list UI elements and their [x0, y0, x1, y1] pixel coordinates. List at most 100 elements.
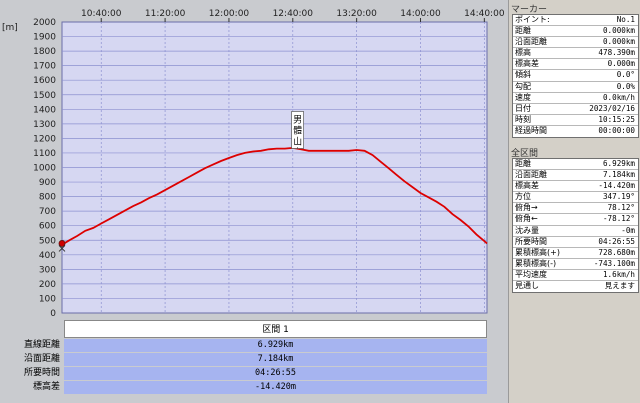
- property-label: 見通し: [515, 281, 539, 291]
- y-tick-label: 1700: [33, 62, 56, 72]
- property-row: 勾配 0.0%: [513, 82, 638, 93]
- property-row: 日付 2023/02/16: [513, 104, 638, 115]
- summary-label: 標高差: [32, 382, 60, 392]
- y-tick-label: 1500: [33, 91, 56, 101]
- property-value: No.1: [616, 15, 635, 24]
- summary-value: -14.420m: [64, 381, 487, 394]
- property-label: 俯角←: [515, 214, 538, 224]
- property-row: 標高 478.390m: [513, 48, 638, 60]
- y-tick-label: 1300: [33, 120, 56, 130]
- y-tick-label: 100: [39, 294, 56, 304]
- property-row: 平均速度 1.6km/h: [513, 269, 638, 282]
- property-value: 347.19°: [602, 192, 635, 202]
- y-tick-label: 800: [39, 193, 56, 203]
- summary-row: 標高差 -14.420m: [0, 381, 508, 394]
- y-tick-label: 600: [39, 222, 56, 232]
- property-value: 10:15:25: [598, 114, 635, 124]
- property-label: 沿面距離: [515, 37, 547, 47]
- section-summary: 区間 1 直線距離 6.929km 沿面距離 7.184km 所要時間 04:2…: [0, 318, 508, 403]
- property-row: 沈み量 -0m: [513, 226, 638, 237]
- y-tick-label: 2000: [33, 18, 56, 28]
- property-label: 距離: [515, 26, 531, 36]
- elevation-chart[interactable]: 0 100 200 300 400 500 600 700 800 900 1000 1100 1200…: [0, 0, 508, 318]
- property-value: -743.100m: [593, 258, 635, 268]
- property-value: 6.929km: [602, 159, 635, 168]
- property-row: 沿面距離 0.000km: [513, 37, 638, 49]
- y-axis-unit-label: [m]: [2, 23, 18, 33]
- x-tick-label: 12:40:00: [273, 9, 314, 19]
- x-tick-label: 14:00:00: [400, 9, 441, 19]
- property-value: -14.420m: [598, 181, 635, 191]
- summary-value: 04:26:55: [64, 367, 487, 380]
- y-tick-label: 1000: [33, 164, 56, 174]
- property-label: 標高: [515, 48, 531, 58]
- y-tick-label: 1600: [33, 76, 56, 86]
- y-tick-label: 900: [39, 178, 56, 188]
- property-value: 2023/02/16: [589, 103, 635, 113]
- property-value: 0.0km/h: [602, 92, 635, 102]
- property-row: 経過時間 00:00:00: [513, 126, 638, 137]
- property-value: 00:00:00: [598, 125, 635, 135]
- property-row: 速度 0.0km/h: [513, 93, 638, 104]
- property-label: 所要時間: [515, 236, 547, 246]
- marker-table: ポイント: No.1 距離 0.000km 沿面距離 0.000km 標高 478.390m 標…: [512, 14, 639, 139]
- property-label: 経過時間: [515, 125, 547, 135]
- property-value: 見えます: [604, 281, 635, 291]
- summary-value: 7.184km: [64, 353, 487, 366]
- property-label: ポイント:: [515, 15, 550, 24]
- property-label: 距離: [515, 159, 531, 168]
- x-tick-label: 11:20:00: [145, 9, 186, 19]
- property-value: 0.0%: [616, 81, 635, 91]
- property-row: 俯角← -78.12°: [513, 214, 638, 226]
- summary-value: 6.929km: [64, 339, 487, 352]
- summary-row: 沿面距離 7.184km: [0, 353, 508, 366]
- property-row: 傾斜 0.0°: [513, 70, 638, 82]
- property-row: 時刻 10:15:25: [513, 115, 638, 126]
- property-value: 1.6km/h: [602, 269, 635, 279]
- property-row: 標高差 -14.420m: [513, 181, 638, 193]
- x-tick-label: 10:40:00: [81, 9, 122, 19]
- property-row: 所要時間 04:26:55: [513, 237, 638, 248]
- property-label: 累積標高(-): [515, 258, 557, 268]
- property-row: 標高差 0.000m: [513, 59, 638, 71]
- y-tick-label: 300: [39, 265, 56, 275]
- property-row: 累積標高(+) 728.680m: [513, 248, 638, 259]
- y-tick-label: 1900: [33, 33, 56, 43]
- x-tick-label: 14:40:00: [464, 9, 505, 19]
- y-tick-label: 1800: [33, 47, 56, 57]
- property-row: 見通し 見えます: [513, 281, 638, 292]
- property-label: 累積標高(+): [515, 247, 560, 257]
- info-sidebar: マーカー ポイント: No.1 距離 0.000km 沿面距離 0.000km 標高 478.…: [508, 0, 640, 403]
- x-tick-label: 13:20:00: [336, 9, 377, 19]
- section-header: 区間 1: [64, 320, 487, 338]
- property-row: 距離 0.000km: [513, 26, 638, 38]
- property-label: 平均速度: [515, 269, 547, 279]
- elevation-chart-panel[interactable]: 0 100 200 300 400 500 600 700 800 900 1000 1100 1200…: [0, 0, 508, 318]
- summary-row: 所要時間 04:26:55: [0, 367, 508, 380]
- property-label: 方位: [515, 192, 531, 202]
- property-value: -0m: [621, 225, 635, 235]
- start-marker: [58, 240, 66, 247]
- all-section-table: 距離 6.929km 沿面距離 7.184km 標高差 -14.420m 方位 347.19°…: [512, 158, 639, 294]
- summary-label: 沿面距離: [23, 354, 60, 364]
- property-value: 728.680m: [598, 247, 635, 257]
- property-row: 方位 347.19°: [513, 192, 638, 204]
- property-value: 0.000km: [602, 26, 635, 36]
- summary-row: 直線距離 6.929km: [0, 339, 508, 352]
- y-tick-label: 400: [39, 251, 56, 261]
- property-label: 日付: [515, 103, 531, 113]
- y-tick-label: 200: [39, 280, 56, 290]
- property-label: 速度: [515, 92, 531, 102]
- peak-label-char: 體: [293, 124, 302, 136]
- property-label: 俯角→: [515, 203, 538, 213]
- summary-label: 所要時間: [23, 368, 60, 378]
- property-value: 0.000km: [602, 37, 635, 47]
- property-value: 0.000m: [607, 59, 635, 69]
- property-value: -78.12°: [602, 214, 635, 224]
- y-tick-label: 1200: [33, 134, 56, 144]
- property-label: 時刻: [515, 114, 531, 124]
- property-value: 7.184km: [602, 170, 635, 180]
- summary-label: 直線距離: [23, 340, 60, 350]
- property-label: 傾斜: [515, 70, 531, 80]
- y-tick-label: 500: [39, 236, 56, 246]
